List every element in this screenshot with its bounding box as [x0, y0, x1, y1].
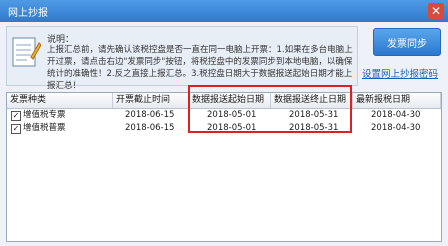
close-button[interactable]: ✕	[428, 3, 444, 19]
cell-type: 增值税普票	[23, 123, 66, 133]
cell-cutoff: 2018-06-15	[125, 110, 175, 120]
row-checkbox[interactable]: ✓	[11, 124, 21, 134]
cell-type: 增值税专票	[23, 110, 66, 120]
notes-panel: 说明： 上报汇总前，请先确认该税控盘是否一直在同一电脑上开票：1.如果在多台电脑…	[6, 26, 358, 91]
cell-cutoff: 2018-06-15	[125, 123, 175, 133]
col-invoice-type: 发票种类	[7, 93, 113, 108]
title-bar: 网上抄报 ✕	[0, 0, 448, 22]
row-checkbox[interactable]: ✓	[11, 111, 21, 121]
window-title: 网上抄报	[8, 7, 48, 19]
col-latest-date: 最新报税日期	[353, 93, 441, 108]
annotation-highlight-box	[188, 85, 352, 133]
invoice-sync-button[interactable]: 发票同步	[373, 28, 441, 56]
set-password-link[interactable]: 设置网上抄报密码	[362, 66, 438, 80]
cell-latest: 2018-04-30	[371, 110, 421, 120]
col-cutoff-time: 开票截止时间	[113, 93, 189, 108]
cell-latest: 2018-04-30	[371, 123, 421, 133]
notepad-icon	[12, 37, 41, 67]
